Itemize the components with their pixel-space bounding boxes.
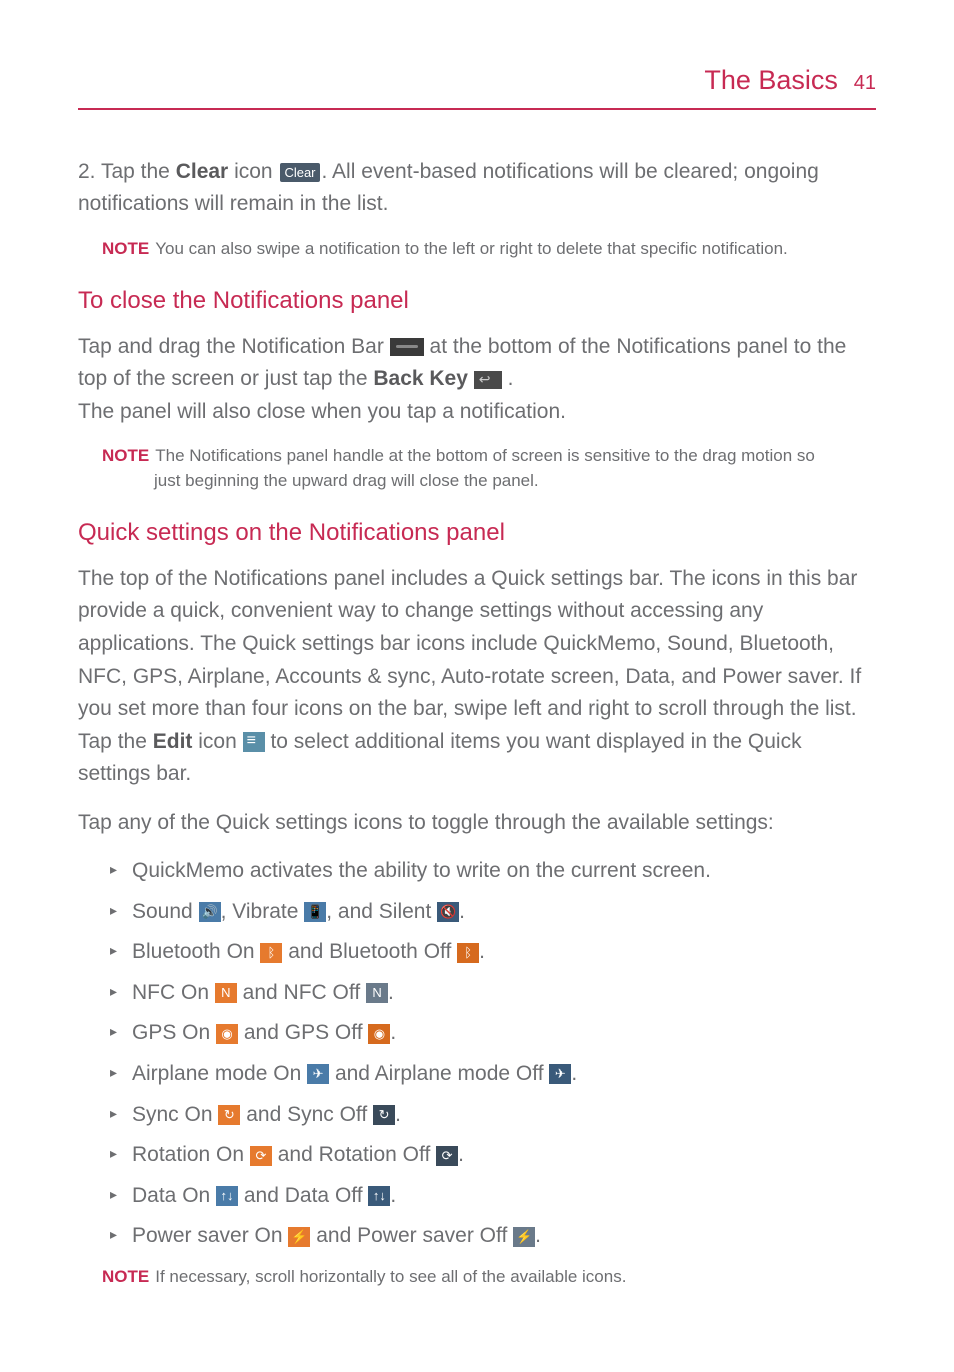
- bluetooth-off-icon: ᛒ: [457, 943, 479, 963]
- list-item-sound: Sound 🔊, Vibrate 📱, and Silent 🔇.: [132, 896, 876, 929]
- period: .: [571, 1062, 577, 1085]
- list-item-powersaver: Power saver On ⚡ and Power saver Off ⚡.: [132, 1220, 876, 1253]
- clear-label: Clear: [176, 160, 229, 183]
- gps-text-a: GPS On: [132, 1021, 216, 1044]
- period: .: [459, 900, 465, 923]
- note-3: NOTE If necessary, scroll horizontally to…: [102, 1265, 876, 1290]
- sync-on-icon: ↻: [218, 1105, 240, 1125]
- clear-icon: Clear: [280, 163, 319, 182]
- sound-on-icon: 🔊: [199, 902, 221, 922]
- note-label: NOTE: [102, 239, 149, 258]
- period: .: [390, 1021, 396, 1044]
- quick-p1-b: icon: [192, 730, 242, 753]
- nfc-off-icon: N: [366, 983, 388, 1003]
- page-number: 41: [854, 72, 876, 94]
- quick-p1-a: The top of the Notifications panel inclu…: [78, 567, 861, 753]
- vibrate-icon: 📱: [304, 902, 326, 922]
- list-item-bluetooth: Bluetooth On ᛒ and Bluetooth Off ᛒ.: [132, 936, 876, 969]
- silent-icon: 🔇: [437, 902, 459, 922]
- list-item-rotation: Rotation On ⟳ and Rotation Off ⟳.: [132, 1139, 876, 1172]
- quick-settings-list: QuickMemo activates the ability to write…: [78, 855, 876, 1252]
- step-text-mid: icon: [228, 160, 278, 183]
- air-text-b: and Airplane mode Off: [329, 1062, 549, 1085]
- powersaver-off-icon: ⚡: [513, 1227, 535, 1247]
- period: .: [388, 981, 394, 1004]
- list-item-nfc: NFC On N and NFC Off N.: [132, 977, 876, 1010]
- powersaver-on-icon: ⚡: [288, 1227, 310, 1247]
- rotation-off-icon: ⟳: [436, 1146, 458, 1166]
- period: .: [458, 1143, 464, 1166]
- rot-text-b: and Rotation Off: [272, 1143, 436, 1166]
- note-label: NOTE: [102, 1267, 149, 1286]
- back-key-icon: [474, 371, 502, 389]
- edit-label: Edit: [153, 730, 193, 753]
- nfc-on-icon: N: [215, 983, 237, 1003]
- header-title: The Basics: [704, 65, 838, 95]
- gps-on-icon: ◉: [216, 1024, 238, 1044]
- note-text-b: just beginning the upward drag will clos…: [154, 469, 876, 494]
- data-text-a: Data On: [132, 1184, 216, 1207]
- airplane-off-icon: ✈: [549, 1064, 571, 1084]
- list-item-gps: GPS On ◉ and GPS Off ◉.: [132, 1017, 876, 1050]
- close-text-c: .: [502, 367, 514, 390]
- sync-off-icon: ↻: [373, 1105, 395, 1125]
- quick-settings-p2: Tap any of the Quick settings icons to t…: [78, 807, 876, 840]
- sound-text-b: , Vibrate: [221, 900, 305, 923]
- list-item-sync: Sync On ↻ and Sync Off ↻.: [132, 1099, 876, 1132]
- period: .: [479, 940, 485, 963]
- sound-text-c: , and Silent: [326, 900, 437, 923]
- gps-text-b: and GPS Off: [238, 1021, 368, 1044]
- quickmemo-text: QuickMemo activates the ability to write…: [132, 859, 711, 882]
- note-1: NOTE You can also swipe a notification to…: [102, 237, 876, 262]
- close-text-p2: The panel will also close when you tap a…: [78, 400, 566, 423]
- ps-text-a: Power saver On: [132, 1224, 288, 1247]
- list-item-airplane: Airplane mode On ✈ and Airplane mode Off…: [132, 1058, 876, 1091]
- data-off-icon: ↑↓: [368, 1186, 390, 1206]
- close-text-a: Tap and drag the Notification Bar: [78, 335, 390, 358]
- rotation-on-icon: ⟳: [250, 1146, 272, 1166]
- note-label: NOTE: [102, 446, 149, 465]
- period: .: [395, 1103, 401, 1126]
- close-panel-paragraph: Tap and drag the Notification Bar at the…: [78, 331, 876, 429]
- section-close-title: To close the Notifications panel: [78, 282, 876, 319]
- period: .: [535, 1224, 541, 1247]
- nfc-text-b: and NFC Off: [237, 981, 366, 1004]
- edit-icon: [243, 732, 265, 752]
- step-2: 2. Tap the Clear icon Clear. All event-b…: [78, 156, 876, 221]
- step-text-prefix: 2. Tap the: [78, 160, 176, 183]
- back-key-label: Back Key: [373, 367, 468, 390]
- bluetooth-on-icon: ᛒ: [260, 943, 282, 963]
- list-item-data: Data On ↑↓ and Data Off ↑↓.: [132, 1180, 876, 1213]
- period: .: [390, 1184, 396, 1207]
- gps-off-icon: ◉: [368, 1024, 390, 1044]
- notification-bar-icon: [390, 338, 424, 356]
- sound-text-a: Sound: [132, 900, 199, 923]
- list-item-quickmemo: QuickMemo activates the ability to write…: [132, 855, 876, 888]
- section-quick-title: Quick settings on the Notifications pane…: [78, 514, 876, 551]
- note-2: NOTE The Notifications panel handle at th…: [102, 444, 876, 493]
- sync-text-a: Sync On: [132, 1103, 218, 1126]
- sync-text-b: and Sync Off: [240, 1103, 373, 1126]
- note-text-a: The Notifications panel handle at the bo…: [155, 446, 815, 465]
- note-text: If necessary, scroll horizontally to see…: [155, 1267, 626, 1286]
- data-text-b: and Data Off: [238, 1184, 368, 1207]
- page-header: The Basics 41: [78, 60, 876, 110]
- bt-text-b: and Bluetooth Off: [282, 940, 457, 963]
- note-text: You can also swipe a notification to the…: [155, 239, 788, 258]
- airplane-on-icon: ✈: [307, 1064, 329, 1084]
- quick-settings-paragraph: The top of the Notifications panel inclu…: [78, 563, 876, 791]
- nfc-text-a: NFC On: [132, 981, 215, 1004]
- ps-text-b: and Power saver Off: [310, 1224, 513, 1247]
- rot-text-a: Rotation On: [132, 1143, 250, 1166]
- bt-text-a: Bluetooth On: [132, 940, 260, 963]
- air-text-a: Airplane mode On: [132, 1062, 307, 1085]
- data-on-icon: ↑↓: [216, 1186, 238, 1206]
